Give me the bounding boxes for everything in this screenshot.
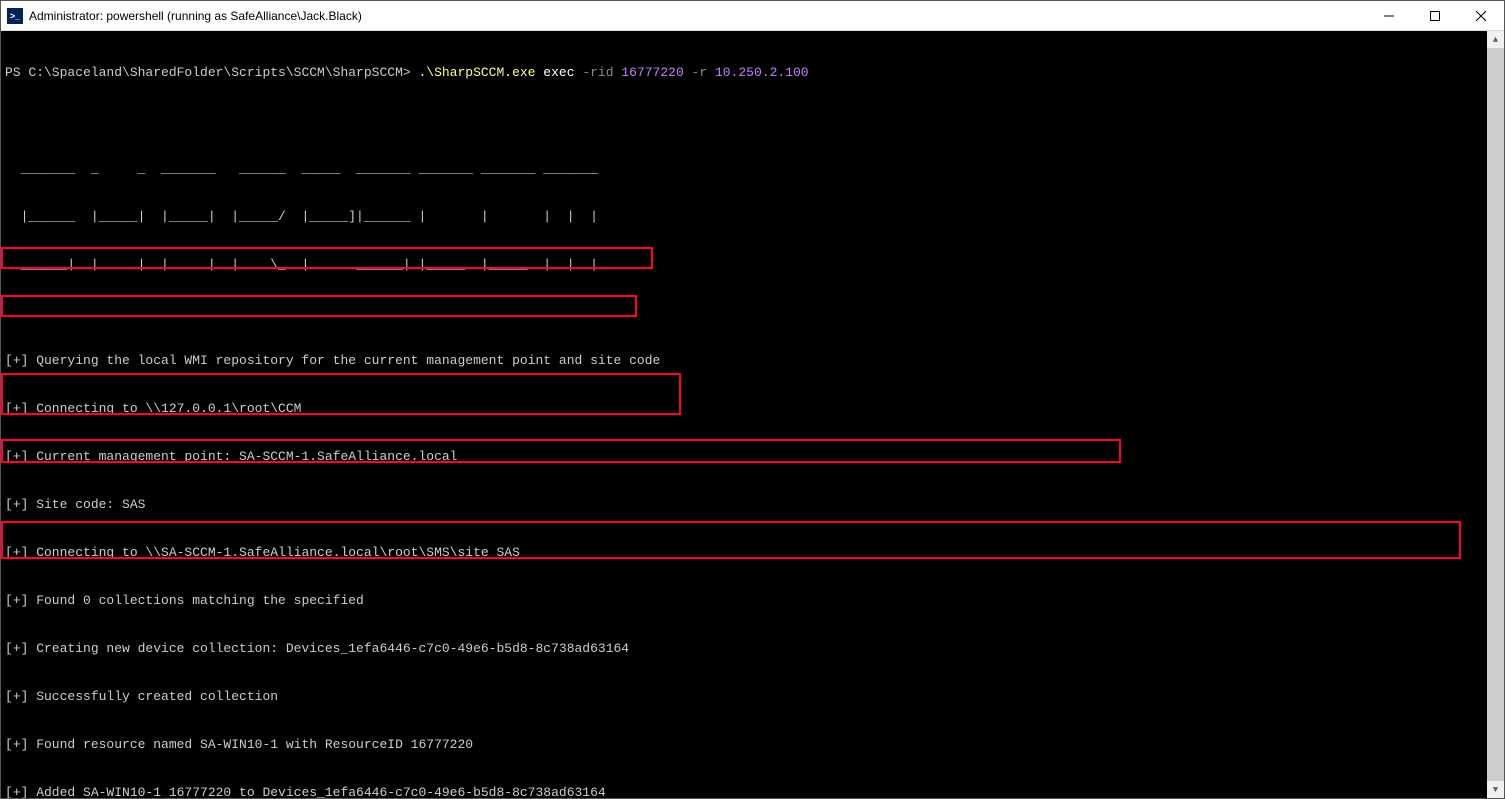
output-line: [+] Site code: SAS: [5, 497, 1500, 513]
window-controls: [1366, 1, 1504, 31]
ascii-art-line: _______ _ _ _______ ______ _____ _______…: [5, 161, 1500, 177]
scrollbar-down-arrow[interactable]: ▼: [1487, 781, 1504, 798]
maximize-button[interactable]: [1412, 1, 1458, 31]
titlebar[interactable]: >_ Administrator: powershell (running as…: [1, 1, 1504, 31]
output-line: [+] Connecting to \\SA-SCCM-1.SafeAllian…: [5, 545, 1500, 561]
cmd-sub: exec: [536, 65, 575, 80]
output-line: [+] Added SA-WIN10-1 16777220 to Devices…: [5, 785, 1500, 798]
cmd-flag-rid: -rid: [575, 65, 614, 80]
output-line: [+] Creating new device collection: Devi…: [5, 641, 1500, 657]
output-line: [+] Querying the local WMI repository fo…: [5, 353, 1500, 369]
output-line: [+] Found resource named SA-WIN10-1 with…: [5, 737, 1500, 753]
powershell-window: >_ Administrator: powershell (running as…: [0, 0, 1505, 799]
scrollbar-track[interactable]: [1487, 48, 1504, 781]
command-line-1: PS C:\Spaceland\SharedFolder\Scripts\SCC…: [5, 65, 1500, 81]
output-line: [+] Current management point: SA-SCCM-1.…: [5, 449, 1500, 465]
minimize-button[interactable]: [1366, 1, 1412, 31]
scrollbar[interactable]: ▲ ▼: [1487, 31, 1504, 798]
prompt-path: PS C:\Spaceland\SharedFolder\Scripts\SCC…: [5, 65, 418, 80]
minimize-icon: [1384, 11, 1394, 21]
ascii-art-line: |______ |_____| |_____| |_____/ |_____]|…: [5, 209, 1500, 225]
scrollbar-thumb[interactable]: [1487, 48, 1504, 781]
scrollbar-up-arrow[interactable]: ▲: [1487, 31, 1504, 48]
ascii-art-line: ______| | | | | | \_ | ______| |_____ |_…: [5, 257, 1500, 273]
cmd-flag-r: -r: [684, 65, 707, 80]
output-line: [+] Successfully created collection: [5, 689, 1500, 705]
blank-line: [5, 113, 1500, 129]
close-icon: [1476, 11, 1486, 21]
close-button[interactable]: [1458, 1, 1504, 31]
cmd-val-rid: 16777220: [614, 65, 684, 80]
cmd-val-r: 10.250.2.100: [707, 65, 808, 80]
window-title: Administrator: powershell (running as Sa…: [29, 8, 1366, 24]
cmd-exe: .\SharpSCCM.exe: [418, 65, 535, 80]
maximize-icon: [1430, 11, 1440, 21]
blank-line: [5, 305, 1500, 321]
terminal-area[interactable]: PS C:\Spaceland\SharedFolder\Scripts\SCC…: [1, 31, 1504, 798]
powershell-icon: >_: [7, 8, 23, 24]
output-line: [+] Connecting to \\127.0.0.1\root\CCM: [5, 401, 1500, 417]
output-line: [+] Found 0 collections matching the spe…: [5, 593, 1500, 609]
